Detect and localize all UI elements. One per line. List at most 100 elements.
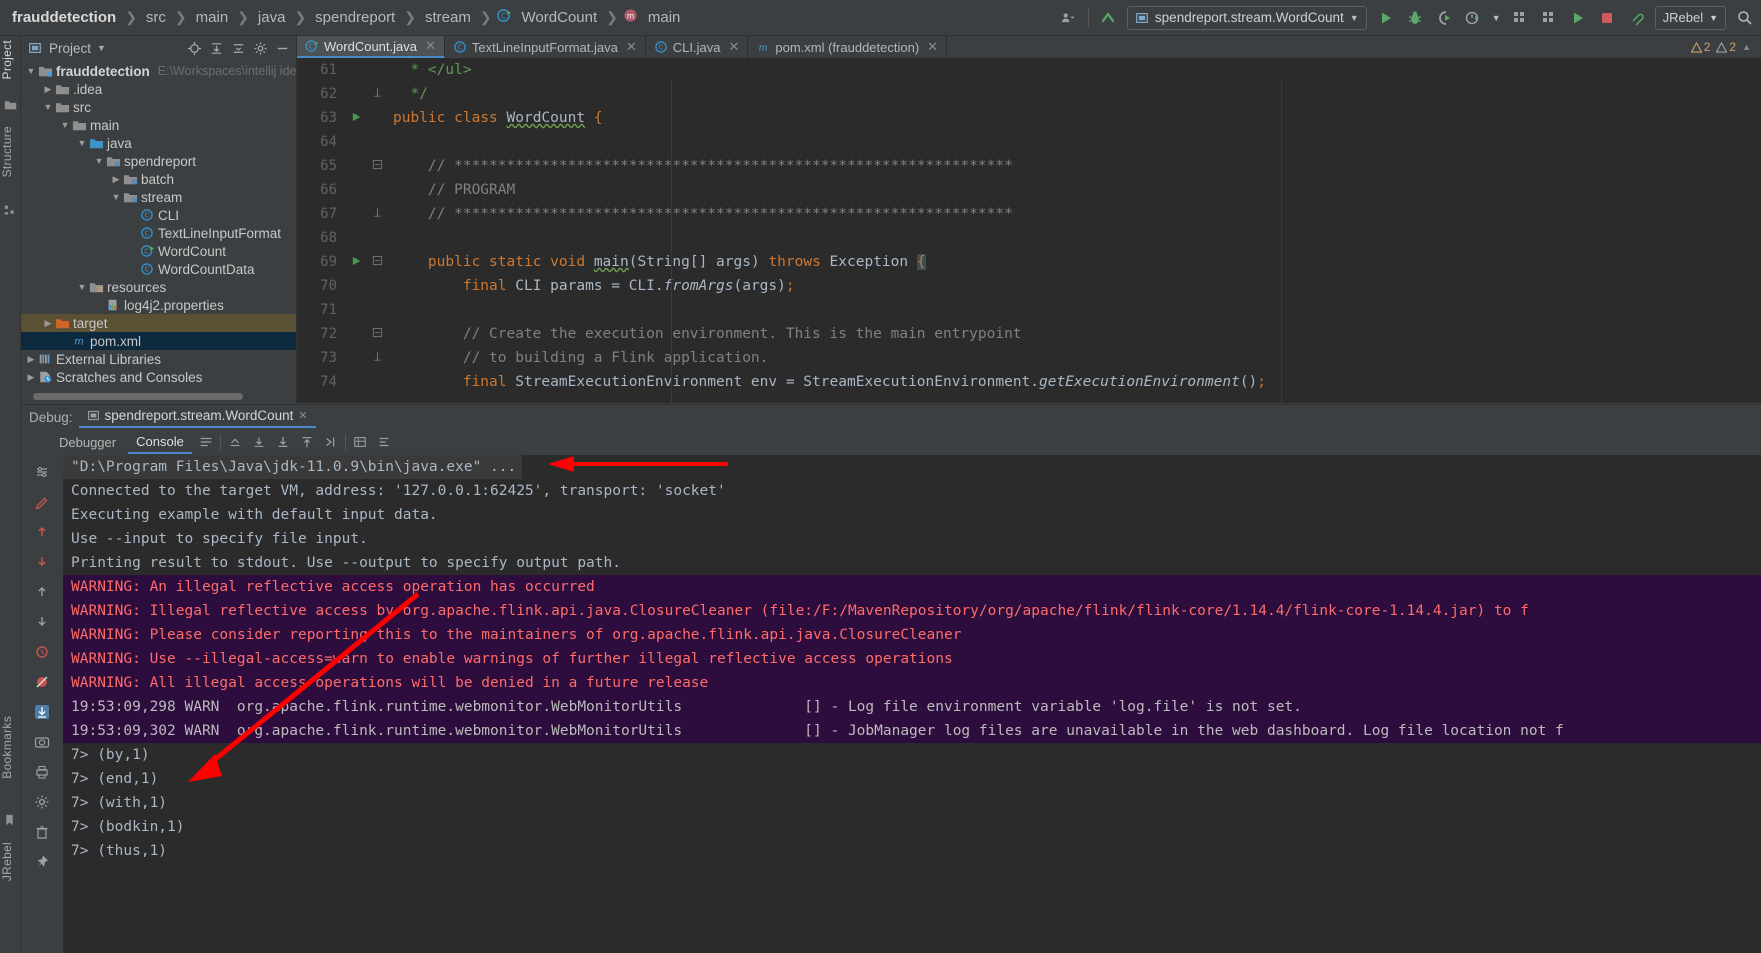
code-line[interactable]: 71: [297, 298, 1761, 322]
tree-node-cli[interactable]: C CLI: [21, 206, 296, 224]
hide-panel-icon[interactable]: [274, 40, 290, 56]
chevron-right-icon[interactable]: ▶: [25, 354, 37, 365]
fold-marker-icon[interactable]: [367, 87, 387, 101]
collapse-all-icon[interactable]: [230, 40, 246, 56]
tree-node-wordcount[interactable]: C WordCount: [21, 242, 296, 260]
tree-node-main[interactable]: ▼ main: [21, 116, 296, 134]
code-line[interactable]: 61 * </ul>: [297, 58, 1761, 82]
chevron-down-icon[interactable]: ▼: [59, 120, 71, 130]
tree-node-target[interactable]: ▶ target: [21, 314, 296, 332]
tree-node-textlineinputformat[interactable]: C TextLineInputFormat: [21, 224, 296, 242]
fold-marker-icon[interactable]: [367, 327, 387, 341]
project-tree[interactable]: ▼ frauddetection E:\Workspaces\intellij id…: [21, 62, 296, 389]
chevron-right-icon[interactable]: ▶: [42, 318, 54, 329]
tree-node-resources[interactable]: ▼ resources: [21, 278, 296, 296]
tree-node-java[interactable]: ▼ java: [21, 134, 296, 152]
tree-node-log4j2-properties[interactable]: log4j2.properties: [21, 296, 296, 314]
breadcrumb-item-src[interactable]: src: [142, 8, 170, 27]
code-line[interactable]: 64: [297, 130, 1761, 154]
close-icon[interactable]: ✕: [298, 409, 307, 422]
chevron-down-icon[interactable]: ▼: [76, 282, 88, 292]
chevron-right-icon[interactable]: ▶: [42, 84, 54, 95]
chevron-down-icon[interactable]: ▼: [25, 66, 37, 76]
tree-node-stream[interactable]: ▼ stream: [21, 188, 296, 206]
scroll-to-end-icon[interactable]: [273, 432, 293, 452]
editor-tab-wordcount[interactable]: C WordCount.java ✕: [297, 36, 445, 58]
code-line[interactable]: 72 // Create the execution environment. …: [297, 322, 1761, 346]
print-icon[interactable]: [350, 432, 370, 452]
scroll-to-top-icon[interactable]: [297, 432, 317, 452]
attach-icon[interactable]: [1626, 8, 1646, 28]
code-editor[interactable]: 61 * </ul> 62 */63 public class WordCount …: [297, 58, 1761, 403]
gear-icon[interactable]: [252, 40, 268, 56]
chevron-down-icon[interactable]: ▼: [76, 138, 88, 148]
fold-marker-icon[interactable]: [367, 255, 387, 269]
chevron-right-icon[interactable]: ▶: [25, 372, 37, 383]
run-icon[interactable]: [1376, 8, 1396, 28]
tree-node-batch[interactable]: ▶ batch: [21, 170, 296, 188]
gear-settings-icon[interactable]: [29, 789, 55, 815]
user-dropdown-icon[interactable]: [1059, 8, 1079, 28]
clear-all-icon[interactable]: [374, 432, 394, 452]
project-panel-title[interactable]: Project: [49, 41, 91, 56]
tree-node-src[interactable]: ▼ src: [21, 98, 296, 116]
tree-node--idea[interactable]: ▶ .idea: [21, 80, 296, 98]
breadcrumb-item-main-dir[interactable]: main: [192, 8, 233, 27]
tree-node-spendreport[interactable]: ▼ spendreport: [21, 152, 296, 170]
search-icon[interactable]: [1735, 8, 1755, 28]
code-line[interactable]: 65 // **********************************…: [297, 154, 1761, 178]
profile-icon[interactable]: [1463, 8, 1483, 28]
breadcrumb-item-stream[interactable]: stream: [421, 8, 475, 27]
jump-to-end-icon[interactable]: [321, 432, 341, 452]
sidebar-tab-project[interactable]: Project: [0, 40, 21, 79]
code-line[interactable]: 63 public class WordCount {: [297, 106, 1761, 130]
build-module-icon[interactable]: [1539, 8, 1559, 28]
chevron-down-icon[interactable]: ▼: [1492, 13, 1501, 23]
edit-icon[interactable]: [29, 489, 55, 515]
tree-node-frauddetection[interactable]: ▼ frauddetection E:\Workspaces\intellij id…: [21, 62, 296, 80]
editor-tab-cli[interactable]: C CLI.java ✕: [646, 36, 749, 58]
debug-icon[interactable]: [1405, 8, 1425, 28]
expand-all-icon[interactable]: [208, 40, 224, 56]
console-line-command[interactable]: "D:\Program Files\Java\jdk-11.0.9\bin\ja…: [63, 455, 1761, 479]
sidebar-tab-jrebel[interactable]: JRebel: [0, 842, 21, 881]
run-gutter-icon[interactable]: [345, 111, 367, 126]
pin-icon[interactable]: [29, 849, 55, 875]
code-line[interactable]: 66 // PROGRAM: [297, 178, 1761, 202]
debug-session-tab[interactable]: spendreport.stream.WordCount ✕: [78, 406, 316, 428]
code-line[interactable]: 70 final CLI params = CLI.fromArgs(args)…: [297, 274, 1761, 298]
code-line[interactable]: 73 // to building a Flink application.: [297, 346, 1761, 370]
close-icon[interactable]: ✕: [425, 38, 436, 54]
run-arrow-icon[interactable]: [1568, 8, 1588, 28]
force-step-into-icon[interactable]: [29, 609, 55, 635]
breadcrumb-item-wordcount[interactable]: WordCount: [518, 8, 602, 27]
scroll-to-end-console-icon[interactable]: [29, 699, 55, 725]
tree-node-scratches-and-consoles[interactable]: ▶ Scratches and Consoles: [21, 368, 296, 386]
update-icon[interactable]: [1098, 8, 1118, 28]
tab-debugger[interactable]: Debugger: [51, 432, 124, 453]
build-icon[interactable]: [1510, 8, 1530, 28]
jrebel-selector[interactable]: JRebel ▼: [1654, 5, 1726, 30]
camera-icon[interactable]: [29, 729, 55, 755]
chevron-down-icon[interactable]: ▼: [93, 156, 105, 166]
close-icon[interactable]: ✕: [728, 39, 739, 55]
sidebar-tab-structure[interactable]: Structure: [0, 126, 21, 177]
project-tree-horizontal-scrollbar[interactable]: [33, 393, 243, 400]
breadcrumb-item-project[interactable]: frauddetection: [8, 8, 120, 27]
drop-frame-icon[interactable]: [29, 639, 55, 665]
mute-breakpoints-icon[interactable]: [29, 669, 55, 695]
step-into-icon[interactable]: [29, 549, 55, 575]
code-line[interactable]: 62 */: [297, 82, 1761, 106]
run-coverage-icon[interactable]: [1434, 8, 1454, 28]
chevron-down-icon[interactable]: ▼: [97, 43, 106, 53]
tree-node-pom-xml[interactable]: m pom.xml: [21, 332, 296, 350]
run-gutter-icon[interactable]: [345, 255, 367, 270]
code-line[interactable]: 68: [297, 226, 1761, 250]
close-icon[interactable]: ✕: [626, 39, 637, 55]
editor-tab-textlineinputformat[interactable]: C TextLineInputFormat.java ✕: [445, 36, 646, 58]
scroll-down-icon[interactable]: [249, 432, 269, 452]
run-configuration-selector[interactable]: spendreport.stream.WordCount ▼: [1126, 5, 1367, 30]
editor-tab-pom[interactable]: m pom.xml (frauddetection) ✕: [748, 36, 948, 58]
trash-icon[interactable]: [29, 819, 55, 845]
tree-node-wordcountdata[interactable]: C WordCountData: [21, 260, 296, 278]
